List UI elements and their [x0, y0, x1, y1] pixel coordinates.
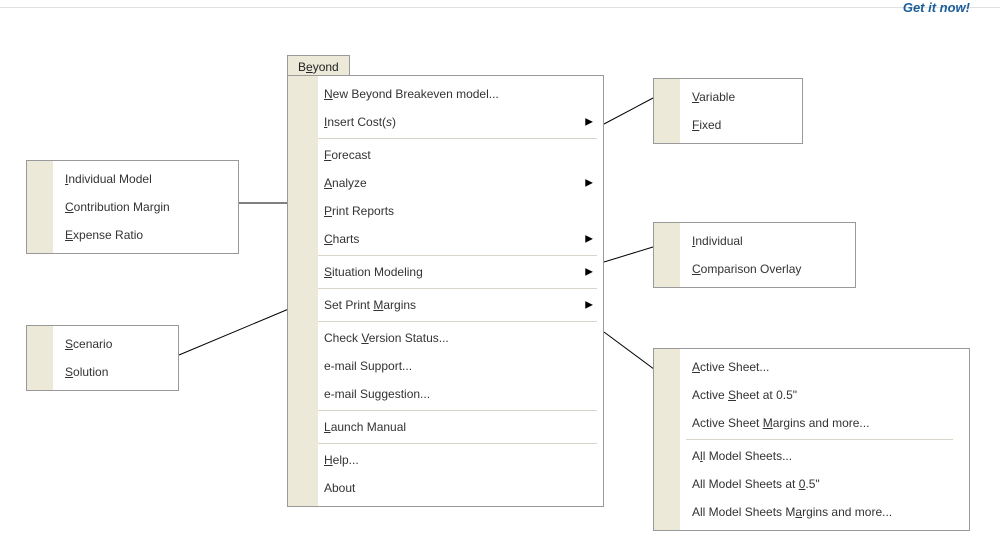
submenu-charts: Individual Comparison Overlay [653, 222, 856, 288]
submenu-comparison-overlay[interactable]: Comparison Overlay [686, 255, 845, 283]
submenu-situation: Scenario Solution [26, 325, 179, 391]
menu-separator [318, 410, 597, 411]
submenu-active-sheet-margins-more[interactable]: Active Sheet Margins and more... [686, 409, 959, 437]
menu-forecast[interactable]: Forecast [318, 141, 603, 169]
submenu-gutter [654, 223, 680, 287]
menu-separator [318, 288, 597, 289]
menu-new-beyond-breakeven[interactable]: New Beyond Breakeven model... [318, 80, 603, 108]
submenu-solution[interactable]: Solution [59, 358, 168, 386]
submenu-expense-ratio[interactable]: Expense Ratio [59, 221, 228, 249]
menu-email-support[interactable]: e-mail Support... [318, 352, 603, 380]
submenu-gutter [27, 326, 53, 390]
menu-email-suggestion[interactable]: e-mail Suggestion... [318, 380, 603, 408]
submenu-gutter [654, 79, 680, 143]
submenu-active-sheet[interactable]: Active Sheet... [686, 353, 959, 381]
menu-insert-cost[interactable]: Insert Cost(s)▶ [318, 108, 603, 136]
submenu-arrow-icon: ▶ [585, 178, 593, 189]
submenu-arrow-icon: ▶ [585, 117, 593, 128]
submenu-individual-model[interactable]: Individual Model [59, 165, 228, 193]
menu-tab-beyond[interactable]: Beyond [287, 55, 350, 77]
submenu-fixed[interactable]: Fixed [686, 111, 792, 139]
submenu-all-model-sheets[interactable]: All Model Sheets... [686, 442, 959, 470]
menu-set-print-margins[interactable]: Set Print Margins▶ [318, 291, 603, 319]
menu-analyze[interactable]: Analyze▶ [318, 169, 603, 197]
menu-print-reports[interactable]: Print Reports [318, 197, 603, 225]
main-menu: New Beyond Breakeven model... Insert Cos… [287, 75, 604, 507]
submenu-active-sheet-05[interactable]: Active Sheet at 0.5" [686, 381, 959, 409]
menu-check-version[interactable]: Check Version Status... [318, 324, 603, 352]
menu-tab-label-ul: e [306, 60, 313, 74]
submenu-all-model-sheets-05[interactable]: All Model Sheets at 0.5" [686, 470, 959, 498]
submenu-scenario[interactable]: Scenario [59, 330, 168, 358]
menu-situation-modeling[interactable]: Situation Modeling▶ [318, 258, 603, 286]
menu-gutter [288, 76, 318, 506]
menu-tab-label-pre: B [298, 60, 306, 74]
menu-about[interactable]: About [318, 474, 603, 502]
submenu-gutter [27, 161, 53, 253]
menu-separator [686, 439, 953, 440]
get-it-now-link[interactable]: Get it now! [903, 0, 970, 15]
submenu-arrow-icon: ▶ [585, 267, 593, 278]
menu-tab-label-post: yond [313, 60, 339, 74]
submenu-analyze: Individual Model Contribution Margin Exp… [26, 160, 239, 254]
menu-separator [318, 443, 597, 444]
menu-charts[interactable]: Charts▶ [318, 225, 603, 253]
submenu-arrow-icon: ▶ [585, 300, 593, 311]
submenu-all-model-sheets-margins-more[interactable]: All Model Sheets Margins and more... [686, 498, 959, 526]
submenu-individual[interactable]: Individual [686, 227, 845, 255]
menu-launch-manual[interactable]: Launch Manual [318, 413, 603, 441]
submenu-contribution-margin[interactable]: Contribution Margin [59, 193, 228, 221]
submenu-gutter [654, 349, 680, 530]
menu-separator [318, 138, 597, 139]
submenu-insert-cost: Variable Fixed [653, 78, 803, 144]
submenu-set-margins: Active Sheet... Active Sheet at 0.5" Act… [653, 348, 970, 531]
menu-separator [318, 255, 597, 256]
submenu-variable[interactable]: Variable [686, 83, 792, 111]
menu-help[interactable]: Help... [318, 446, 603, 474]
submenu-arrow-icon: ▶ [585, 234, 593, 245]
menu-separator [318, 321, 597, 322]
